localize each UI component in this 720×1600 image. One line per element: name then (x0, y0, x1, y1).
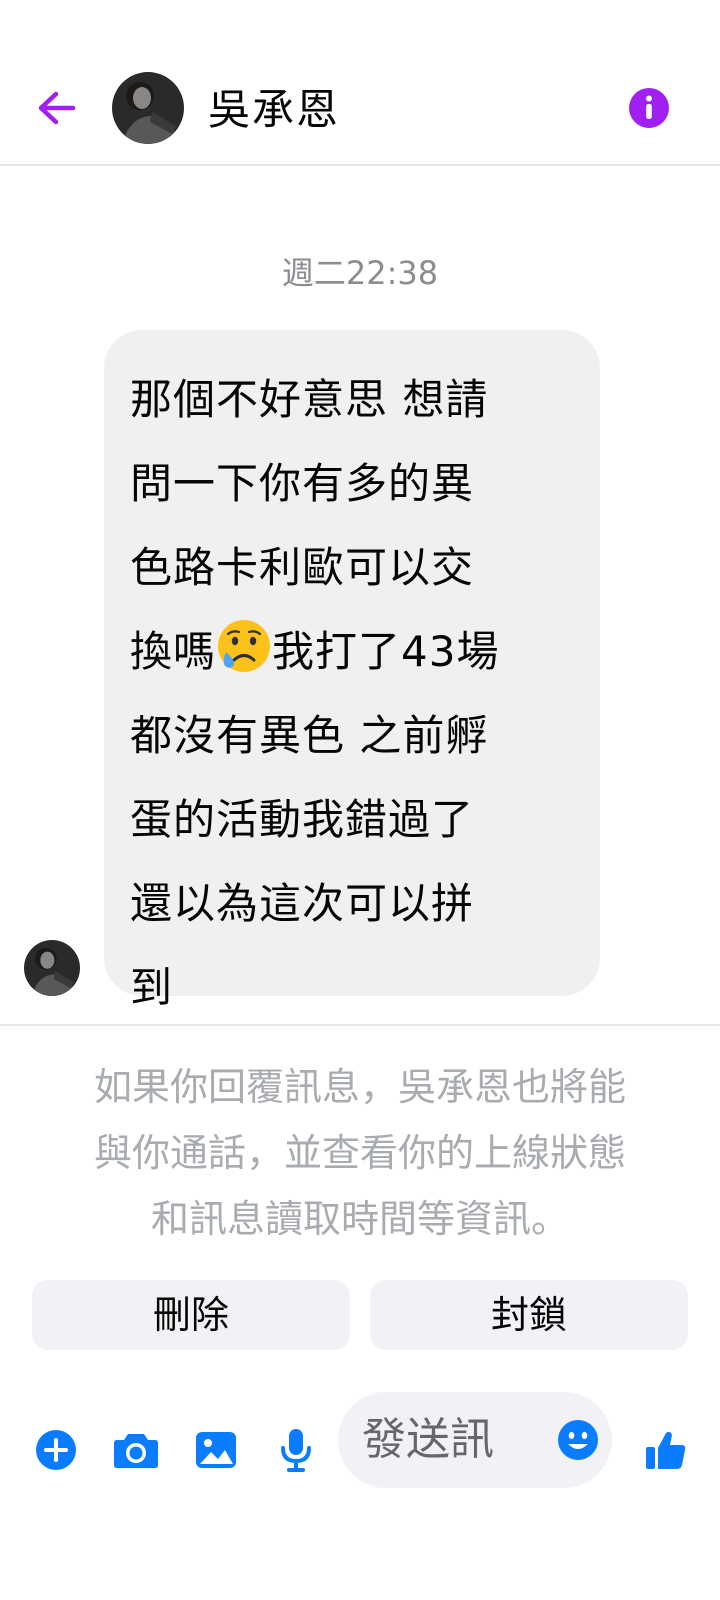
image-icon (196, 1432, 236, 1468)
microphone-icon (281, 1429, 311, 1472)
plus-icon (36, 1430, 76, 1470)
message-line: 那個不好意思 想請 (130, 375, 489, 424)
arrow-left-icon (38, 91, 76, 125)
notice-line: 和訊息讀取時間等資訊。 (150, 1197, 569, 1241)
like-button[interactable] (642, 1426, 690, 1474)
delete-button[interactable]: 刪除 (32, 1280, 350, 1350)
message-bubble[interactable]: 那個不好意思 想請 問一下你有多的異 色路卡利歐可以交 換嗎 我打了43場 都沒… (104, 330, 600, 1012)
message-line: 問一下你有多的異 (130, 459, 475, 508)
message-line: 還以為這次可以拼 (130, 879, 475, 928)
message-line: 換嗎 我打了43場 (130, 610, 574, 694)
add-button[interactable] (32, 1426, 80, 1474)
message-line: 都沒有異色 之前孵 (130, 711, 489, 760)
info-icon (629, 88, 669, 128)
sender-avatar[interactable] (24, 940, 80, 996)
message-line: 蛋的活動我錯過了 (130, 795, 475, 844)
camera-button[interactable] (112, 1426, 160, 1474)
message-segment: 換嗎 (130, 627, 217, 676)
contact-name[interactable]: 吳承恩 (208, 84, 340, 136)
divider (0, 1024, 720, 1026)
message-segment: 我打了43場 (272, 627, 500, 676)
contact-avatar[interactable] (112, 72, 184, 144)
emoji-button[interactable] (556, 1418, 600, 1462)
camera-icon (114, 1434, 158, 1468)
message-input-placeholder: 發送訊 (362, 1414, 494, 1465)
message-line: 到 (130, 963, 174, 1012)
notice-line: 如果你回覆訊息，吳承恩也將能 (93, 1065, 626, 1109)
block-button[interactable]: 封鎖 (370, 1280, 688, 1350)
thumbs-up-icon (646, 1431, 686, 1469)
emoji-icon (558, 1420, 598, 1460)
message-timestamp: 週二22:38 (281, 254, 439, 292)
crying-face-emoji (216, 618, 272, 674)
info-button[interactable] (628, 87, 670, 129)
voice-button[interactable] (272, 1426, 320, 1474)
message-line: 色路卡利歐可以交 (130, 543, 475, 592)
gallery-button[interactable] (192, 1426, 240, 1474)
back-button[interactable] (30, 82, 82, 134)
message-request-notice: 如果你回覆訊息，吳承恩也將能 與你通話，並查看你的上線狀態 和訊息讀取時間等資訊… (30, 1054, 690, 1252)
message-input[interactable]: 發送訊 (338, 1392, 612, 1488)
chat-header: 吳承恩 (0, 0, 720, 166)
notice-line: 與你通話，並查看你的上線狀態 (93, 1131, 626, 1175)
